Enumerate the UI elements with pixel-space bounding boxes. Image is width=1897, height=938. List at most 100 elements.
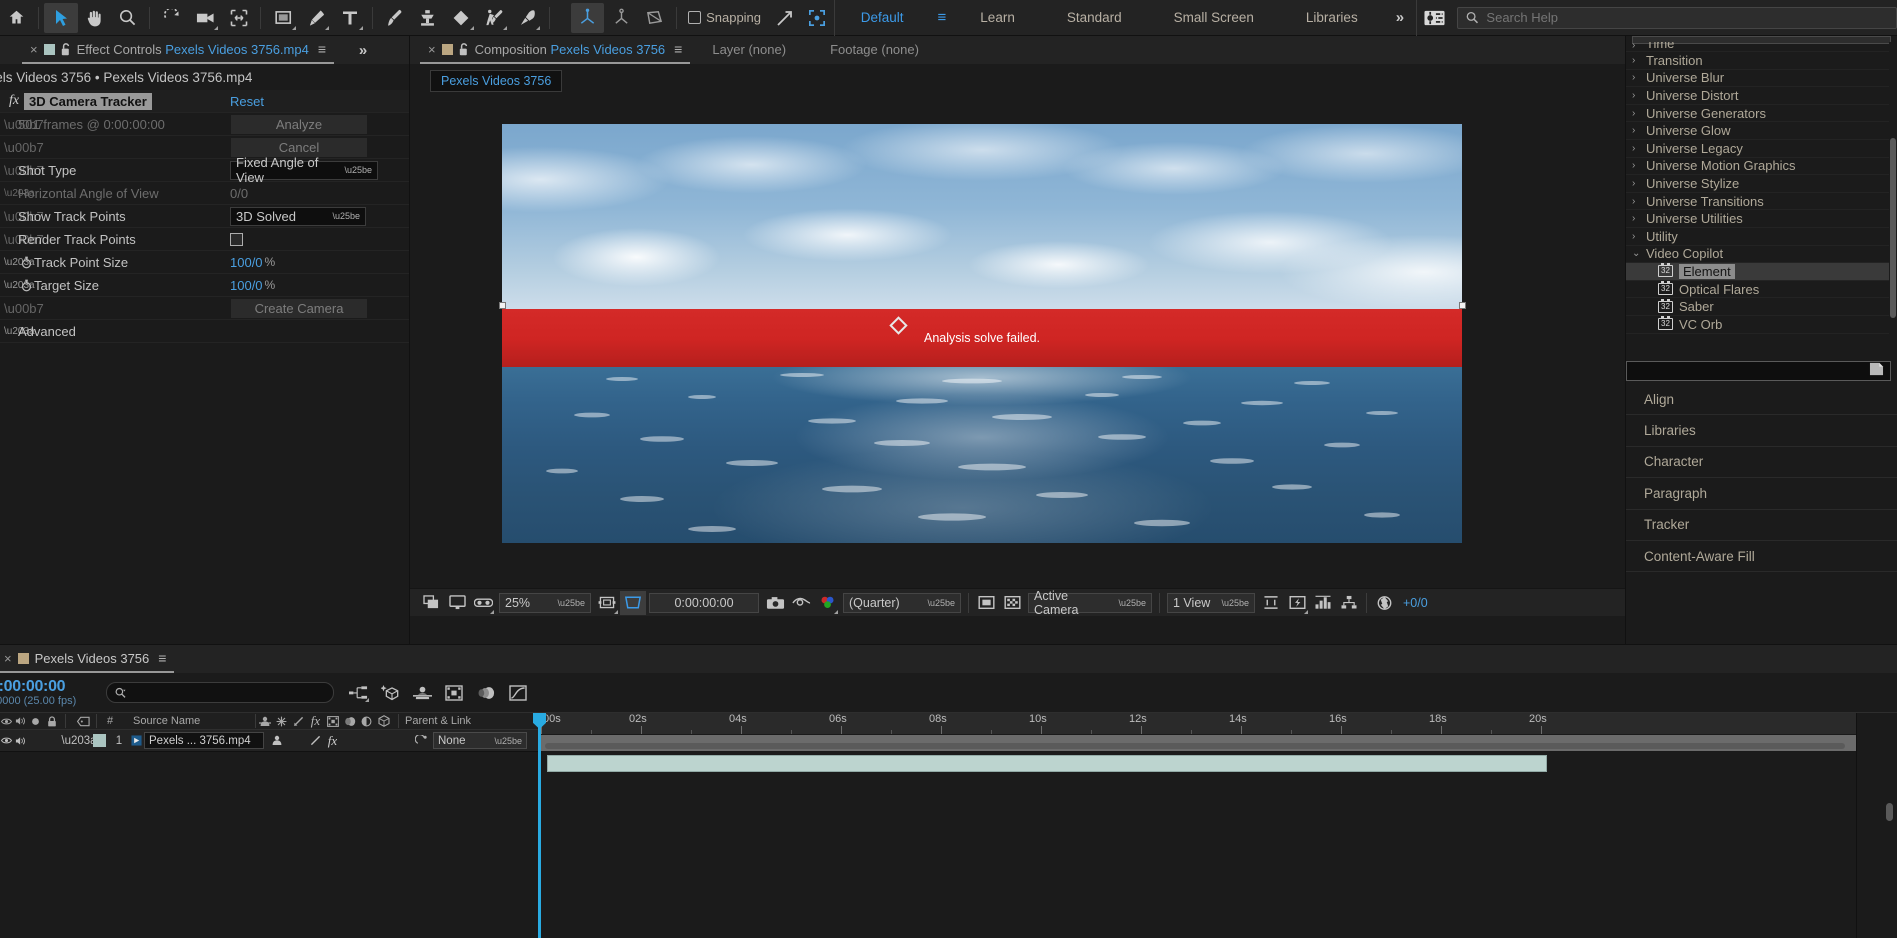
layer-video-toggle[interactable]: [0, 730, 13, 752]
timeline-vertical-scrollbar[interactable]: [1886, 803, 1893, 821]
clone-stamp-tool-icon[interactable]: [411, 3, 444, 33]
always-preview-this-view-icon[interactable]: [418, 591, 444, 615]
twirl-arrow-icon[interactable]: ›: [1632, 178, 1646, 189]
3d-layer-icon[interactable]: [375, 713, 392, 730]
graph-editor-icon[interactable]: [508, 682, 528, 704]
workspace-learn[interactable]: Learn: [954, 0, 1041, 36]
composition-viewer[interactable]: Analysis solve failed. 25% \u25be 0:00:0…: [410, 92, 1626, 616]
selection-handle-right[interactable]: [1459, 302, 1466, 309]
workspace-default[interactable]: Default: [835, 0, 930, 36]
layer-parent-pick-whip-icon[interactable]: [409, 730, 433, 752]
twirl-arrow-icon[interactable]: ›: [1632, 108, 1646, 119]
solo-icon[interactable]: [28, 713, 43, 730]
effect-item-saber[interactable]: 32 Saber: [1626, 298, 1897, 316]
timeline-ruler[interactable]: 00s 02s 04s 06s 08s 10s 12s 14s 16s 18s …: [541, 713, 1856, 735]
twirl-arrow-icon[interactable]: ›: [1632, 72, 1646, 83]
adjustment-layer-icon[interactable]: [358, 713, 375, 730]
home-icon[interactable]: [0, 3, 33, 33]
motion-blur-icon[interactable]: [341, 713, 358, 730]
layer-3d-switch[interactable]: [392, 730, 409, 752]
current-timecode[interactable]: 0:00:00:00: [0, 678, 98, 696]
gear-icon[interactable]: [1417, 0, 1451, 36]
shape-tool-icon[interactable]: [266, 3, 299, 33]
close-icon[interactable]: ×: [30, 42, 38, 57]
layer-audio-toggle[interactable]: [13, 730, 28, 752]
current-time-block[interactable]: 0:00:00:00 00000 (25.00 fps): [0, 678, 98, 707]
snapping-toggle[interactable]: Snapping: [682, 10, 767, 25]
effects-category-universe-glow[interactable]: › Universe Glow: [1626, 122, 1897, 140]
stopwatch-icon[interactable]: [18, 279, 34, 292]
effects-category-video-copilot[interactable]: ⌄ Video Copilot: [1626, 246, 1897, 264]
timeline-search-input[interactable]: [126, 685, 325, 700]
views-select[interactable]: 1 View \u25be: [1167, 592, 1255, 613]
cancel-button[interactable]: Cancel: [231, 137, 367, 157]
twirl-arrow-icon[interactable]: \u203a: [4, 188, 35, 199]
roto-brush-tool-icon[interactable]: [478, 3, 511, 33]
world-axis-mode-icon[interactable]: [604, 3, 637, 33]
analyze-button[interactable]: Analyze: [231, 114, 367, 134]
toggle-mask-visibility-icon[interactable]: [973, 591, 999, 615]
eraser-tool-icon[interactable]: [444, 3, 477, 33]
panel-menu-icon[interactable]: ≡: [674, 41, 682, 57]
frame-blending-icon[interactable]: [324, 713, 341, 730]
hide-shy-layers-icon[interactable]: [412, 682, 432, 704]
twirl-arrow-icon[interactable]: \u203a: [4, 280, 35, 291]
3d-glasses-icon[interactable]: [470, 591, 496, 615]
panel-tab-content-aware-fill[interactable]: Content-Aware Fill: [1626, 540, 1897, 573]
video-eye-icon[interactable]: [0, 713, 13, 730]
effects-category-universe-legacy[interactable]: › Universe Legacy: [1626, 140, 1897, 158]
label-tag-icon[interactable]: [70, 713, 96, 730]
layer-duration-bar[interactable]: [547, 755, 1547, 772]
panel-menu-icon[interactable]: ≡: [158, 650, 166, 666]
exposure-value[interactable]: +0/0: [1397, 596, 1434, 610]
effect-header-row[interactable]: fx 3D Camera Tracker Reset: [0, 90, 409, 113]
selection-handle-left[interactable]: [499, 302, 506, 309]
layer-lock-toggle[interactable]: [43, 730, 61, 752]
workspace-standard[interactable]: Standard: [1041, 0, 1148, 36]
snapping-checkbox[interactable]: [688, 11, 702, 24]
effects-category-universe-distort[interactable]: › Universe Distort: [1626, 87, 1897, 105]
selection-tool-icon[interactable]: [44, 2, 78, 33]
timeline-icon[interactable]: [1310, 591, 1336, 615]
layer-solo-toggle[interactable]: [28, 730, 43, 752]
effects-category-universe-blur[interactable]: › Universe Blur: [1626, 70, 1897, 88]
shot-type-dropdown[interactable]: Fixed Angle of View \u25be: [230, 155, 378, 185]
zoom-tool-icon[interactable]: [111, 3, 144, 33]
twirl-arrow-icon[interactable]: ›: [1632, 55, 1646, 66]
panel-tab-libraries[interactable]: Libraries: [1626, 415, 1897, 447]
rotation-tool-icon[interactable]: [155, 3, 188, 33]
twirl-arrow-icon[interactable]: \u203a: [4, 326, 35, 337]
puppet-pin-tool-icon[interactable]: [511, 3, 544, 33]
effects-scrollbar-thumb[interactable]: [1890, 138, 1896, 318]
collapse-transformations-icon[interactable]: [273, 713, 290, 730]
stopwatch-icon[interactable]: [18, 256, 34, 269]
close-icon[interactable]: ×: [4, 651, 12, 666]
brush-tool-icon[interactable]: [378, 3, 411, 33]
reset-button[interactable]: Reset: [230, 94, 264, 109]
twirl-arrow-icon[interactable]: ›: [1632, 90, 1646, 101]
layer-source-name[interactable]: Pexels ... 3756.mp4: [144, 732, 264, 749]
search-help-input[interactable]: [1486, 10, 1889, 25]
effects-category-time[interactable]: › Time: [1626, 42, 1897, 52]
tab-timeline-composition[interactable]: × Pexels Videos 3756 ≡: [0, 645, 175, 673]
effect-item-vc-orb[interactable]: 32 VC Orb: [1626, 316, 1897, 334]
camera-tool-icon[interactable]: [189, 3, 222, 33]
search-help-field[interactable]: [1457, 6, 1897, 29]
layer-color-swatch[interactable]: [88, 730, 110, 752]
effect-name[interactable]: 3D Camera Tracker: [24, 92, 152, 110]
show-snapshot-icon[interactable]: [788, 591, 814, 615]
panel-divider-right[interactable]: [1625, 36, 1626, 644]
toggle-pixel-aspect-icon[interactable]: [1258, 591, 1284, 615]
unlock-icon[interactable]: [61, 42, 71, 56]
panel-tab-align[interactable]: Align: [1626, 384, 1897, 416]
twirl-arrow-icon[interactable]: ›: [1632, 160, 1646, 171]
take-snapshot-icon[interactable]: [762, 591, 788, 615]
workspace-libraries[interactable]: Libraries: [1280, 0, 1384, 36]
twirl-arrow-icon[interactable]: ›: [1632, 196, 1646, 207]
region-of-interest-icon[interactable]: [620, 590, 646, 615]
layer-parent-select[interactable]: None \u25be: [433, 732, 527, 749]
twirl-arrow-icon[interactable]: ›: [1632, 125, 1646, 136]
timeline-track-area[interactable]: [541, 752, 1856, 938]
composition-mini-flowchart-icon[interactable]: [348, 682, 369, 704]
shy-icon[interactable]: [256, 713, 273, 730]
